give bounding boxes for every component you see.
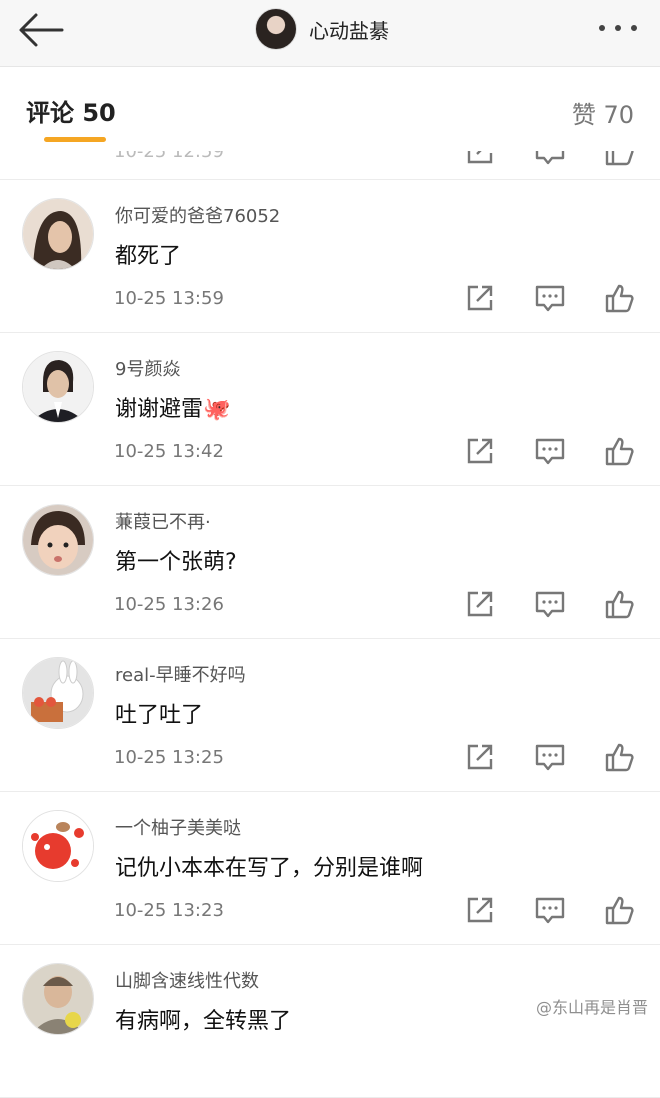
share-button[interactable] — [464, 151, 496, 167]
reply-button[interactable] — [534, 894, 566, 926]
user-avatar[interactable] — [22, 504, 94, 576]
emoji-sticker: 🐙 — [203, 397, 231, 422]
reply-button[interactable] — [534, 435, 566, 467]
comment-text: 吐了吐了 — [115, 703, 204, 728]
page-title: 心动盐綦 — [309, 18, 389, 43]
comment-item-partial: 10-25 12:59 — [0, 151, 660, 180]
share-button[interactable] — [464, 435, 496, 467]
username[interactable]: 蒹葭已不再· — [115, 508, 211, 534]
share-icon — [467, 285, 493, 311]
share-icon — [467, 744, 493, 770]
username[interactable]: real-早睡不好吗 — [115, 661, 246, 687]
comment-list: 10-25 12:59 你可爱的爸爸76052 都死了 10-25 13:59 — [0, 151, 660, 1098]
reply-button[interactable] — [534, 151, 566, 167]
share-icon — [467, 591, 493, 617]
thumbs-up-icon — [605, 151, 634, 166]
like-button[interactable] — [604, 282, 636, 314]
top-nav-bar: 心动盐綦 — [0, 0, 660, 67]
user-avatar[interactable] — [22, 351, 94, 423]
user-avatar[interactable] — [22, 810, 94, 882]
comment-actions — [464, 151, 636, 167]
share-icon — [467, 151, 493, 164]
share-button[interactable] — [464, 282, 496, 314]
back-button[interactable] — [16, 10, 66, 50]
comment-item: 9号颜焱 谢谢避雷🐙 10-25 13:42 — [0, 333, 660, 486]
reply-button[interactable] — [534, 282, 566, 314]
comment-time: 10-25 13:23 — [114, 900, 224, 921]
comment-text: 都死了 — [115, 244, 182, 269]
comment-time: 10-25 13:25 — [114, 747, 224, 768]
user-avatar[interactable] — [22, 963, 94, 1035]
arrow-left-icon — [19, 13, 64, 47]
comment-item: 蒹葭已不再· 第一个张萌? 10-25 13:26 — [0, 486, 660, 639]
comment-icon — [535, 151, 565, 165]
comment-icon — [535, 897, 565, 924]
comment-time: 10-25 13:26 — [114, 594, 224, 615]
comment-item: real-早睡不好吗 吐了吐了 10-25 13:25 — [0, 639, 660, 792]
thumbs-up-icon — [605, 284, 634, 313]
user-avatar[interactable] — [22, 657, 94, 729]
comment-icon — [535, 744, 565, 771]
username[interactable]: 你可爱的爸爸76052 — [115, 202, 280, 228]
comment-text: 第一个张萌? — [115, 550, 237, 575]
nav-center[interactable]: 心动盐綦 — [255, 7, 389, 51]
comment-time: 10-25 13:42 — [114, 441, 224, 462]
username[interactable]: 9号颜焱 — [115, 355, 180, 381]
thumbs-up-icon — [605, 896, 634, 925]
thumbs-up-icon — [605, 743, 634, 772]
comment-actions — [464, 741, 636, 773]
comment-time: 10-25 12:59 — [114, 151, 224, 162]
comment-tab-bar: 评论 50 赞 70 — [0, 67, 660, 151]
comment-text: 记仇小本本在写了，分别是谁啊 — [115, 856, 424, 881]
comment-actions — [464, 588, 636, 620]
tab-likes[interactable]: 赞 70 — [572, 95, 634, 130]
user-avatar[interactable] — [22, 198, 94, 270]
active-tab-indicator — [44, 137, 106, 142]
like-button[interactable] — [604, 588, 636, 620]
share-icon — [467, 897, 493, 923]
comment-item: 你可爱的爸爸76052 都死了 10-25 13:59 — [0, 180, 660, 333]
reply-button[interactable] — [534, 588, 566, 620]
like-button[interactable] — [604, 151, 636, 167]
comment-icon — [535, 591, 565, 618]
comment-item: 一个柚子美美哒 记仇小本本在写了，分别是谁啊 10-25 13:23 — [0, 792, 660, 945]
thumbs-up-icon — [605, 437, 634, 466]
comment-item: 山脚含速线性代数 有病啊，全转黑了 — [0, 945, 660, 1098]
comment-icon — [535, 438, 565, 465]
comment-text: 有病啊，全转黑了 — [115, 1009, 292, 1034]
thumbs-up-icon — [605, 590, 634, 619]
like-button[interactable] — [604, 741, 636, 773]
comment-actions — [464, 894, 636, 926]
comment-text: 谢谢避雷🐙 — [115, 397, 231, 422]
nav-avatar[interactable] — [255, 8, 297, 50]
watermark: @东山再是肖晋 — [535, 998, 648, 1017]
more-button[interactable] — [596, 16, 640, 40]
username[interactable]: 山脚含速线性代数 — [115, 967, 259, 993]
comment-icon — [535, 285, 565, 312]
comment-actions — [464, 435, 636, 467]
share-button[interactable] — [464, 741, 496, 773]
reply-button[interactable] — [534, 741, 566, 773]
like-button[interactable] — [604, 435, 636, 467]
share-button[interactable] — [464, 894, 496, 926]
tab-comments[interactable]: 评论 50 — [26, 93, 116, 128]
more-dots-icon — [599, 25, 637, 31]
comment-actions — [464, 282, 636, 314]
share-icon — [467, 438, 493, 464]
share-button[interactable] — [464, 588, 496, 620]
like-button[interactable] — [604, 894, 636, 926]
comment-time: 10-25 13:59 — [114, 288, 224, 309]
username[interactable]: 一个柚子美美哒 — [115, 814, 241, 840]
